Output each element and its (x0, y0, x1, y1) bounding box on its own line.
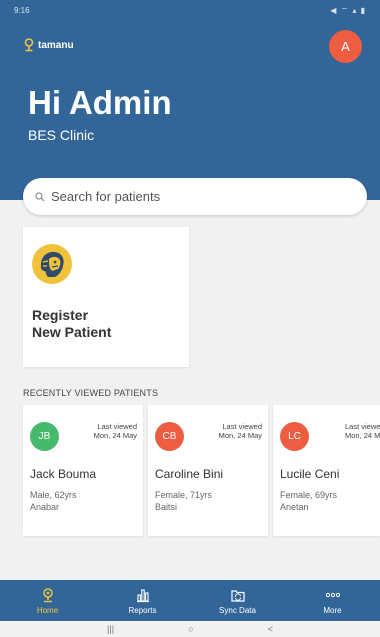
greeting-title: Hi Admin (28, 84, 172, 121)
register-patient-card[interactable]: Register New Patient (23, 227, 189, 367)
nav-more-label: More (323, 605, 342, 615)
patient-details: Male, 62yrs Anabar (30, 489, 77, 513)
status-bar: 9:16 ◀ ⌔ ▴ ▮ (0, 0, 380, 18)
recent-apps-icon[interactable]: ||| (107, 624, 114, 634)
last-viewed: Last viewed Mon, 24 May (345, 422, 380, 440)
logo-text: tamanu (38, 39, 74, 51)
patient-name: Jack Bouma (30, 467, 97, 481)
nav-more[interactable]: More (285, 580, 380, 621)
more-dots-icon (325, 592, 340, 597)
nav-sync-data[interactable]: Sync Data (190, 580, 285, 621)
patient-face-icon (32, 244, 72, 284)
status-icons: ◀ ⌔ ▴ ▮ (330, 6, 366, 15)
nav-reports[interactable]: Reports (95, 580, 190, 621)
patient-sex-age: Female, 71yrs (155, 490, 213, 500)
register-line-2: New Patient (32, 324, 112, 340)
nav-sync-label: Sync Data (219, 605, 256, 615)
search-icon (35, 191, 45, 201)
app-header: 9:16 ◀ ⌔ ▴ ▮ tamanu A Hi Admin BES Clini… (0, 0, 380, 200)
home-pin-icon (42, 587, 53, 602)
patient-details: Female, 69yrs Anetan (280, 489, 337, 513)
app-logo: tamanu (24, 38, 74, 52)
recent-section-title: RECENTLY VIEWED PATIENTS (23, 388, 159, 398)
last-viewed-label: Last viewed (222, 422, 262, 431)
patient-sex-age: Female, 69yrs (280, 490, 338, 500)
last-viewed-date: Mon, 24 May (93, 431, 137, 440)
patient-avatar: LC (280, 422, 309, 451)
patient-card[interactable]: LC Last viewed Mon, 24 May Lucile Ceni F… (273, 405, 380, 536)
tamanu-logo-icon (24, 38, 34, 52)
patient-village: Anabar (30, 502, 60, 512)
user-avatar[interactable]: A (329, 30, 362, 63)
last-viewed-date: Mon, 24 May (345, 431, 380, 440)
patient-avatar: CB (155, 422, 184, 451)
bar-chart-icon (136, 588, 149, 602)
patient-sex-age: Male, 62yrs (30, 490, 77, 500)
patient-village: Baitsi (155, 502, 178, 512)
nav-home-label: Home (36, 605, 59, 615)
patient-card[interactable]: CB Last viewed Mon, 24 May Caroline Bini… (148, 405, 268, 536)
status-time: 9:16 (14, 6, 30, 15)
nav-reports-label: Reports (128, 605, 157, 615)
patient-card[interactable]: JB Last viewed Mon, 24 May Jack Bouma Ma… (23, 405, 143, 536)
patient-details: Female, 71yrs Baitsi (155, 489, 212, 513)
register-line-1: Register (32, 307, 89, 323)
home-circle-icon[interactable]: ○ (188, 624, 193, 634)
register-label: Register New Patient (32, 307, 111, 341)
last-viewed: Last viewed Mon, 24 May (94, 422, 137, 440)
last-viewed-date: Mon, 24 May (218, 431, 262, 440)
patient-name: Caroline Bini (155, 467, 224, 481)
system-navigation-bar: ||| ○ < (0, 621, 380, 637)
patient-name: Lucile Ceni (280, 467, 340, 481)
patient-village: Anetan (280, 502, 309, 512)
facility-name: BES Clinic (28, 127, 95, 143)
search-bar[interactable] (23, 178, 367, 215)
sync-icon (230, 589, 245, 602)
nav-home[interactable]: Home (0, 580, 95, 621)
last-viewed-label: Last viewed (97, 422, 137, 431)
last-viewed: Last viewed Mon, 24 May (219, 422, 262, 440)
search-input[interactable] (51, 189, 341, 204)
bottom-navigation: Home Reports Sync Data More (0, 580, 380, 621)
back-chevron-icon[interactable]: < (268, 624, 273, 634)
last-viewed-label: Last viewed (345, 422, 380, 431)
patient-avatar: JB (30, 422, 59, 451)
